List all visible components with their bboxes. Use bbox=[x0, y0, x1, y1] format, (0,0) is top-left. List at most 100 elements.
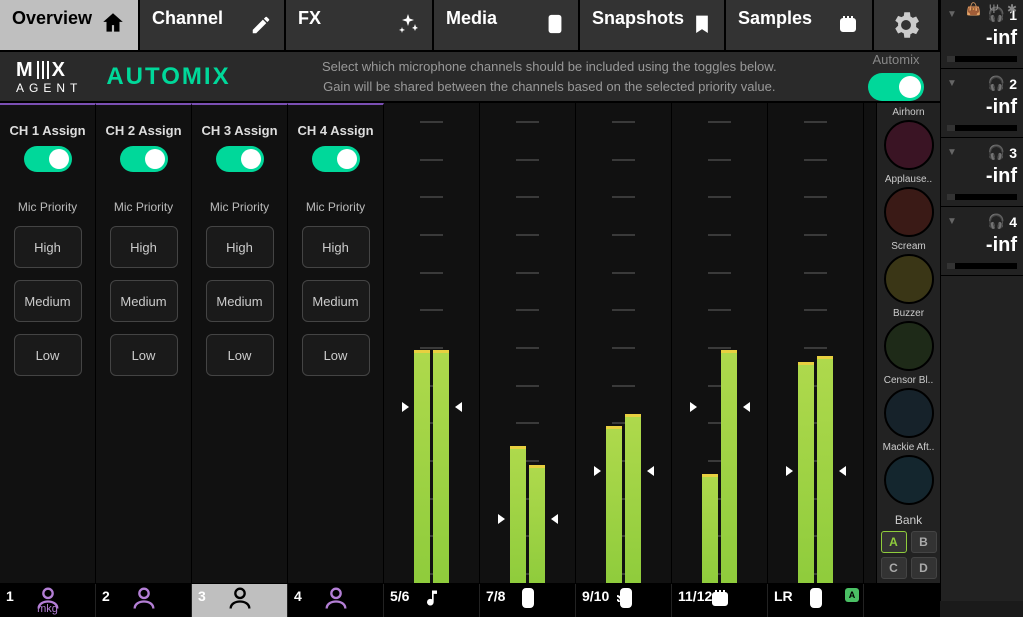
tab-label: Media bbox=[446, 8, 497, 29]
sample-label: Censor Bl.. bbox=[884, 375, 933, 386]
bookmark-icon bbox=[692, 12, 712, 42]
system-tray: 👜 Ψ ✱ bbox=[960, 0, 1023, 18]
chevron-down-icon: ▼ bbox=[947, 78, 957, 89]
channel-number: 5/6 bbox=[390, 588, 409, 604]
bluetooth-icon: ✱ bbox=[1007, 2, 1017, 16]
fader-handle[interactable] bbox=[788, 263, 844, 583]
assign-toggle[interactable] bbox=[312, 146, 360, 172]
tab-media[interactable]: Media bbox=[434, 0, 580, 50]
tab-samples[interactable]: Samples bbox=[726, 0, 874, 50]
channel-strip-2: CH 2 Assign Mic Priority High Medium Low bbox=[96, 103, 192, 583]
tray-icon: 👜 bbox=[966, 2, 981, 16]
tab-channel[interactable]: Channel bbox=[140, 0, 286, 50]
bank-button-D[interactable]: D bbox=[911, 557, 937, 579]
tab-bar: Overview Channel FX Media bbox=[0, 0, 940, 50]
priority-low-button[interactable]: Low bbox=[302, 334, 370, 376]
assign-label: CH 1 Assign bbox=[9, 123, 85, 138]
main-area: 👜 Ψ ✱ Overview Channel FX bbox=[0, 0, 940, 601]
bank-button-A[interactable]: A bbox=[881, 531, 907, 553]
sample-item: Airhorn bbox=[883, 107, 935, 170]
assign-toggle[interactable] bbox=[216, 146, 264, 172]
meter-4 bbox=[672, 103, 768, 583]
sample-pad[interactable] bbox=[884, 455, 934, 505]
channel-number: 4 bbox=[294, 588, 302, 604]
sample-item: Censor Bl.. bbox=[883, 375, 935, 438]
priority-high-button[interactable]: High bbox=[14, 226, 82, 268]
sparkles-icon bbox=[396, 12, 420, 42]
fader-handle[interactable] bbox=[404, 263, 460, 583]
assign-label: CH 4 Assign bbox=[297, 123, 373, 138]
priority-low-button[interactable]: Low bbox=[206, 334, 274, 376]
logo-text-mix: M bbox=[16, 60, 34, 80]
sample-label: Applause.. bbox=[885, 174, 932, 185]
channel-number: 7/8 bbox=[486, 588, 505, 604]
priority-medium-button[interactable]: Medium bbox=[110, 280, 178, 322]
sample-pad[interactable] bbox=[884, 254, 934, 304]
bank-label: Bank bbox=[881, 513, 937, 527]
priority-label: Mic Priority bbox=[210, 200, 269, 214]
gear-icon bbox=[889, 8, 923, 42]
tab-overview[interactable]: Overview bbox=[0, 0, 140, 50]
tab-settings[interactable] bbox=[874, 0, 940, 50]
monitor-number: 3 bbox=[1009, 145, 1017, 161]
priority-low-button[interactable]: Low bbox=[110, 334, 178, 376]
channel-number: 1 bbox=[6, 588, 14, 604]
sample-pad[interactable] bbox=[884, 187, 934, 237]
priority-high-button[interactable]: High bbox=[206, 226, 274, 268]
chevron-down-icon: ▼ bbox=[947, 9, 957, 20]
automix-title: AUTOMIX bbox=[106, 63, 230, 91]
fader-handle[interactable] bbox=[500, 263, 556, 583]
tab-label: Snapshots bbox=[592, 8, 684, 29]
channel-number: 9/10 bbox=[582, 588, 609, 604]
monitor-4[interactable]: ▼ 🎧 4 -inf bbox=[941, 207, 1023, 276]
automix-toggle-label: Automix bbox=[873, 52, 920, 67]
monitor-3[interactable]: ▼ 🎧 3 -inf bbox=[941, 138, 1023, 207]
priority-medium-button[interactable]: Medium bbox=[14, 280, 82, 322]
logo-sliders-icon bbox=[37, 61, 49, 79]
bank-button-C[interactable]: C bbox=[881, 557, 907, 579]
assign-label: CH 2 Assign bbox=[105, 123, 181, 138]
sample-item: Applause.. bbox=[883, 174, 935, 237]
priority-low-button[interactable]: Low bbox=[14, 334, 82, 376]
assign-toggle[interactable] bbox=[24, 146, 72, 172]
priority-high-button[interactable]: High bbox=[110, 226, 178, 268]
automix-toggle[interactable] bbox=[868, 73, 924, 101]
monitor-number: 4 bbox=[1009, 214, 1017, 230]
sampler-icon bbox=[836, 12, 860, 42]
priority-label: Mic Priority bbox=[114, 200, 173, 214]
sdcard-icon bbox=[544, 12, 566, 42]
channel-footer: 1 mkg 2 3 4 5/6 7/8 9/10 11/12 LR A bbox=[0, 583, 940, 617]
bank-grid: ABCD bbox=[881, 531, 937, 579]
mix-agent-logo: M X AGENT bbox=[16, 60, 82, 94]
active-badge: A bbox=[845, 588, 859, 602]
channel-number: 11/12 bbox=[678, 588, 712, 604]
tab-label: FX bbox=[298, 8, 321, 29]
sample-pad[interactable] bbox=[884, 120, 934, 170]
fader-handle[interactable] bbox=[596, 263, 652, 583]
sample-item: Buzzer bbox=[883, 308, 935, 371]
automix-header: M X AGENT AUTOMIX Select which microphon… bbox=[0, 50, 940, 103]
monitor-value: -inf bbox=[947, 96, 1017, 119]
channel-number: LR bbox=[774, 588, 793, 604]
priority-medium-button[interactable]: Medium bbox=[206, 280, 274, 322]
tab-snapshots[interactable]: Snapshots bbox=[580, 0, 726, 50]
sample-item: Mackie Aft.. bbox=[883, 442, 935, 505]
sample-label: Scream bbox=[891, 241, 925, 252]
monitor-value: -inf bbox=[947, 165, 1017, 188]
channel-name: mkg bbox=[37, 603, 58, 615]
headphones-icon: 🎧 bbox=[988, 144, 1005, 161]
priority-medium-button[interactable]: Medium bbox=[302, 280, 370, 322]
sample-label: Buzzer bbox=[893, 308, 924, 319]
assign-toggle[interactable] bbox=[120, 146, 168, 172]
monitor-2[interactable]: ▼ 🎧 2 -inf bbox=[941, 69, 1023, 138]
chevron-down-icon: ▼ bbox=[947, 147, 957, 158]
meter-2 bbox=[480, 103, 576, 583]
sample-pad[interactable] bbox=[884, 321, 934, 371]
monitor-value: -inf bbox=[947, 27, 1017, 50]
fader-handle[interactable] bbox=[692, 263, 748, 583]
sample-pad[interactable] bbox=[884, 388, 934, 438]
bank-button-B[interactable]: B bbox=[911, 531, 937, 553]
tab-fx[interactable]: FX bbox=[286, 0, 434, 50]
priority-high-button[interactable]: High bbox=[302, 226, 370, 268]
monitor-meter bbox=[947, 125, 1017, 131]
